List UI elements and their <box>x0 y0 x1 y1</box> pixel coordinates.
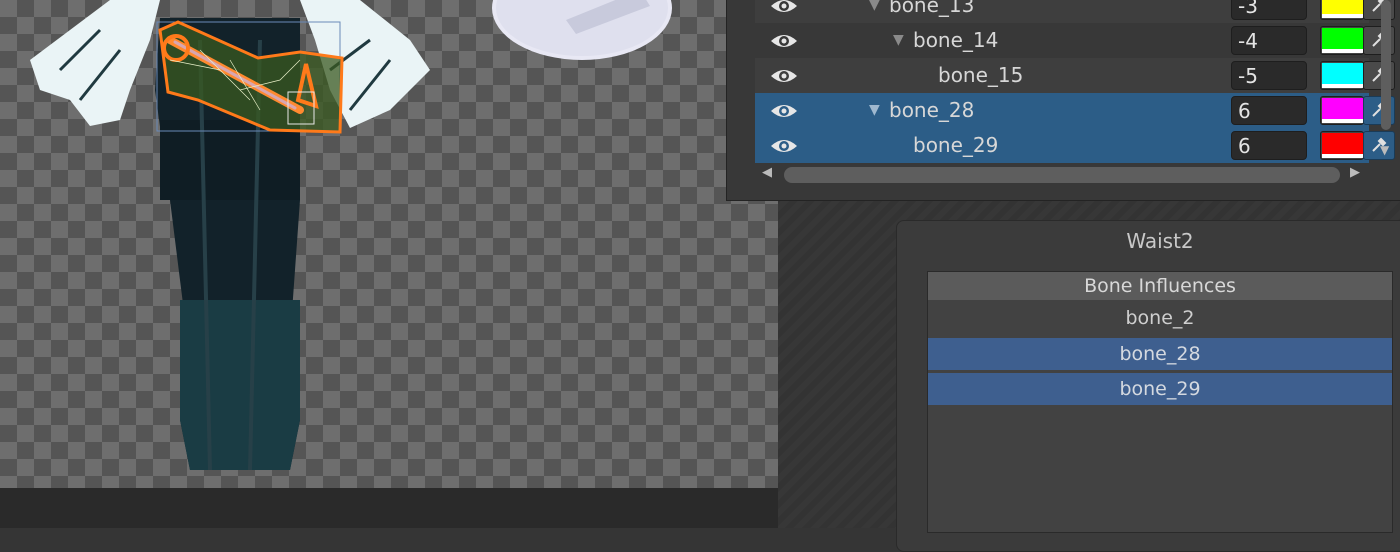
depth-field[interactable]: -4 <box>1231 26 1307 55</box>
bone-row[interactable]: ▼ bone_28 6 <box>755 93 1395 128</box>
panel-title: Waist2 <box>1126 229 1194 253</box>
triangle-down-icon[interactable]: ▼ <box>869 93 880 128</box>
color-field[interactable] <box>1320 26 1364 55</box>
eye-icon[interactable] <box>769 101 799 121</box>
scroll-down-icon[interactable]: ▼ <box>1380 143 1389 157</box>
depth-field[interactable]: 6 <box>1231 96 1307 125</box>
depth-field[interactable]: -3 <box>1231 0 1307 20</box>
bone-name[interactable]: bone_28 <box>889 93 974 128</box>
eye-icon[interactable] <box>769 66 799 86</box>
depth-field[interactable]: -5 <box>1231 61 1307 90</box>
color-field[interactable] <box>1320 131 1364 160</box>
bone-row[interactable]: ▼ bone_13 -3 <box>755 0 1395 23</box>
scroll-right-icon[interactable]: ▶ <box>1350 165 1360 180</box>
triangle-down-icon[interactable]: ▼ <box>893 23 904 58</box>
scroll-thumb[interactable] <box>784 167 1340 183</box>
list-item[interactable]: bone_2 <box>928 302 1392 334</box>
list-item[interactable]: bone_29 <box>928 373 1392 405</box>
color-field[interactable] <box>1320 61 1364 90</box>
bone-name[interactable]: bone_13 <box>889 0 974 23</box>
sprite-canvas[interactable] <box>0 0 778 488</box>
eye-icon[interactable] <box>769 0 799 16</box>
eye-icon[interactable] <box>769 136 799 156</box>
bone-name[interactable]: bone_29 <box>913 128 998 163</box>
bone-influences-list: Bone Influences bone_2 bone_28 bone_29 <box>927 271 1393 533</box>
list-header: Bone Influences <box>928 272 1392 300</box>
list-item[interactable]: bone_28 <box>928 338 1392 370</box>
bone-row[interactable]: bone_29 6 <box>755 128 1395 163</box>
eye-icon[interactable] <box>769 31 799 51</box>
horizontal-scrollbar[interactable]: ◀ ▶ <box>760 164 1370 186</box>
sprite-influence-panel: Waist2 Bone Influences bone_2 bone_28 bo… <box>896 220 1400 552</box>
vertical-scrollbar[interactable]: ▼ <box>1376 0 1396 162</box>
canvas-footer <box>0 488 900 528</box>
triangle-down-icon[interactable]: ▼ <box>869 0 880 23</box>
bone-row[interactable]: ▼ bone_14 -4 <box>755 23 1395 58</box>
character-sprite <box>30 0 672 471</box>
bone-row[interactable]: bone_15 -5 <box>755 58 1395 93</box>
scroll-left-icon[interactable]: ◀ <box>762 165 772 180</box>
scroll-thumb[interactable] <box>1381 0 1391 130</box>
depth-field[interactable]: 6 <box>1231 131 1307 160</box>
bone-name[interactable]: bone_15 <box>938 58 1023 93</box>
color-field[interactable] <box>1320 0 1364 20</box>
bone-name[interactable]: bone_14 <box>913 23 998 58</box>
color-field[interactable] <box>1320 96 1364 125</box>
